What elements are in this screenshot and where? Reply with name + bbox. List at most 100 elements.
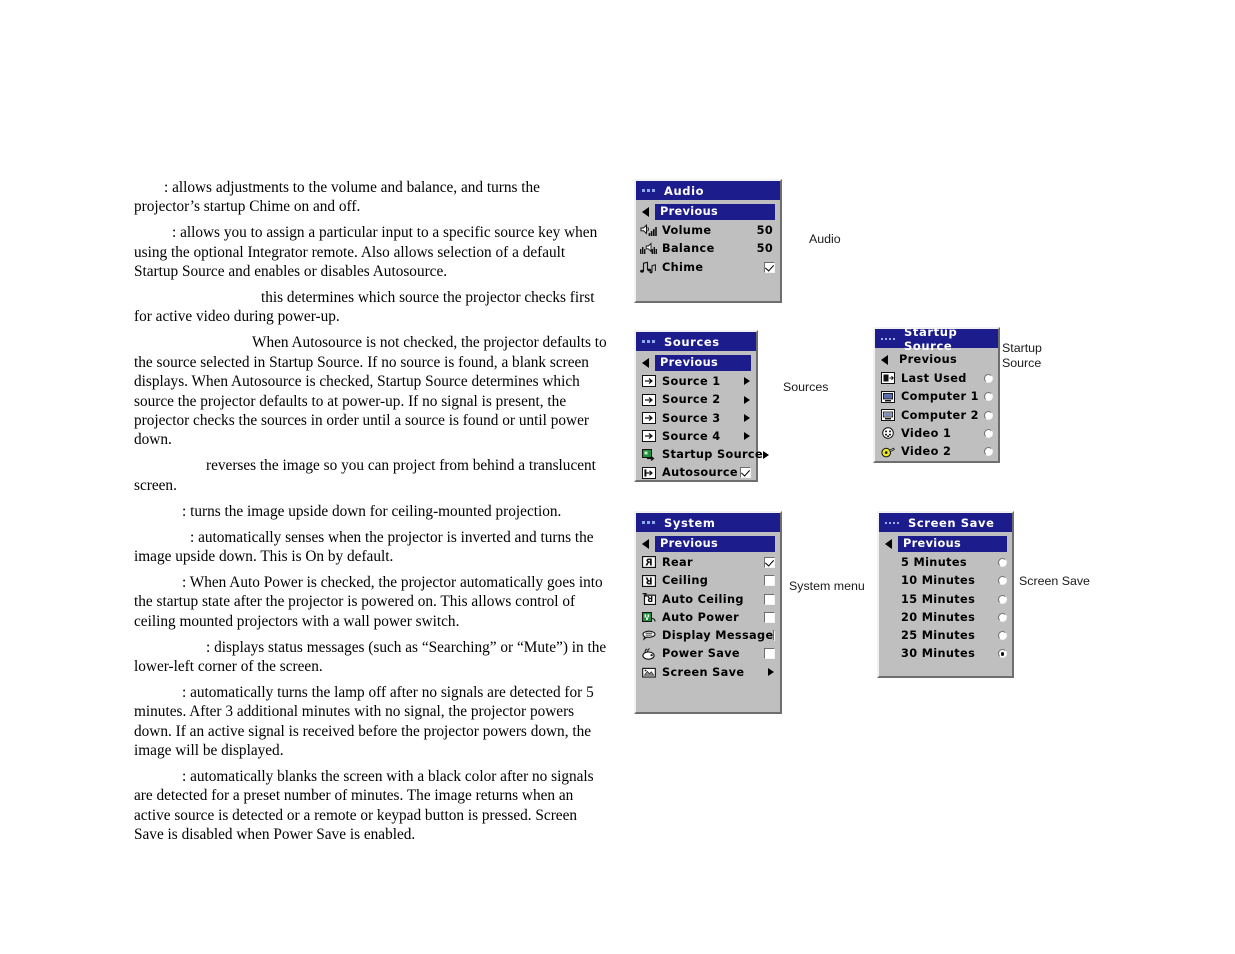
system-auto-power-checkbox[interactable] [764, 611, 775, 623]
sources-source4-row[interactable]: Source 4 [636, 427, 756, 445]
system-power-save-row[interactable]: Power Save [636, 645, 780, 663]
audio-chime-row[interactable]: Chime [636, 258, 780, 276]
system-screen-save-row[interactable]: Screen Save [636, 663, 780, 681]
menu-level-dots-icon [885, 521, 899, 524]
paragraph-text: When Autosource is not checked, the proj… [134, 334, 611, 449]
system-previous-row[interactable]: Previous [636, 535, 780, 553]
last-used-icon [879, 372, 896, 385]
system-auto-ceiling-row[interactable]: R Auto Ceiling [636, 590, 780, 608]
source-input-icon [640, 412, 657, 425]
term-placeholder [134, 301, 261, 302]
audio-chime-label: Chime [662, 260, 704, 274]
system-ceiling-row[interactable]: R Ceiling [636, 572, 780, 590]
svg-text:R: R [644, 558, 652, 568]
startup-source-icon [640, 448, 657, 461]
system-ceiling-checkbox[interactable] [764, 575, 775, 587]
screen-save-25min-row[interactable]: 25 Minutes [879, 626, 1012, 644]
system-rear-checkbox[interactable] [764, 556, 775, 568]
system-menu-title: System [664, 515, 716, 530]
sources-source4-label: Source 4 [662, 429, 721, 443]
sources-source1-row[interactable]: Source 1 [636, 372, 756, 390]
volume-icon [640, 223, 657, 237]
menu-level-dots-icon [642, 340, 655, 343]
screen-save-15min-label: 15 Minutes [901, 592, 976, 606]
audio-chime-checkbox[interactable] [764, 261, 775, 273]
paragraph: : automatically blanks the screen with a… [134, 767, 608, 845]
paragraph-text: : automatically turns the lamp off after… [134, 683, 598, 760]
sources-source3-row[interactable]: Source 3 [636, 409, 756, 427]
startup-source-video1-radio[interactable] [984, 428, 993, 438]
term-placeholder [134, 515, 182, 516]
sources-source3-label: Source 3 [662, 411, 721, 425]
audio-volume-row[interactable]: Volume 50 [636, 221, 780, 239]
startup-source-last-used-row[interactable]: Last Used [875, 369, 998, 387]
sources-startup-source-row[interactable]: Startup Source [636, 445, 769, 463]
audio-volume-label: Volume [662, 223, 712, 237]
screen-save-menu-titlebar: Screen Save [879, 513, 1012, 532]
sources-autosource-checkbox[interactable] [740, 467, 751, 479]
paragraph: When Autosource is not checked, the proj… [134, 333, 608, 449]
screen-save-25min-radio[interactable] [998, 631, 1007, 641]
svg-text:R: R [644, 575, 652, 585]
screen-save-25min-label: 25 Minutes [901, 629, 976, 643]
system-power-save-label: Power Save [662, 647, 740, 661]
sources-source2-label: Source 2 [662, 393, 721, 407]
screen-save-menu-panel: Screen Save Previous 5 Minutes 10 Minute… [877, 511, 1014, 678]
sources-previous-row[interactable]: Previous [636, 354, 756, 372]
startup-source-video1-row[interactable]: Video 1 [875, 424, 998, 442]
screen-save-previous-row[interactable]: Previous [879, 535, 1012, 553]
startup-source-computer2-radio[interactable] [984, 410, 993, 420]
auto-ceiling-icon: R [640, 593, 657, 606]
paragraph-text: : allows adjustments to the volume and b… [134, 179, 544, 216]
autosource-icon [640, 466, 657, 479]
sources-menu-titlebar: Sources [636, 332, 756, 351]
submenu-arrow-icon [762, 450, 769, 459]
system-rear-row[interactable]: R Rear [636, 553, 780, 571]
system-display-message-checkbox[interactable] [773, 630, 776, 642]
screen-save-10min-radio[interactable] [998, 576, 1007, 586]
screen-save-10min-label: 10 Minutes [901, 574, 976, 588]
screen-save-20min-radio[interactable] [998, 612, 1007, 622]
startup-source-video2-radio[interactable] [984, 447, 993, 457]
audio-menu-rows: Previous Volume 50 Balance 50 Chime [636, 200, 780, 280]
paragraph: reverses the image so you can project fr… [134, 456, 608, 495]
ceiling-projection-icon: R [640, 574, 657, 587]
startup-source-computer1-row[interactable]: Computer 1 [875, 388, 998, 406]
system-power-save-checkbox[interactable] [764, 648, 775, 660]
submenu-arrow-icon [768, 668, 774, 677]
source-input-icon [640, 430, 657, 443]
computer-icon [879, 390, 896, 403]
startup-source-previous-row[interactable]: Previous [875, 351, 998, 369]
startup-source-computer1-radio[interactable] [984, 392, 993, 402]
startup-source-video2-row[interactable]: Video 2 [875, 442, 998, 460]
screen-save-5min-radio[interactable] [998, 557, 1007, 567]
screen-save-15min-radio[interactable] [998, 594, 1007, 604]
system-auto-power-label: Auto Power [662, 610, 740, 624]
system-auto-power-row[interactable]: Auto Power [636, 608, 780, 626]
screen-save-5min-row[interactable]: 5 Minutes [879, 553, 1012, 571]
startup-source-computer2-row[interactable]: Computer 2 [875, 406, 998, 424]
screen-save-20min-label: 20 Minutes [901, 610, 976, 624]
screen-save-15min-row[interactable]: 15 Minutes [879, 590, 1012, 608]
screen-save-20min-row[interactable]: 20 Minutes [879, 608, 1012, 626]
audio-menu-panel: Audio Previous Volume 50 Balance 50 Chim… [634, 179, 782, 303]
startup-source-last-used-radio[interactable] [984, 373, 993, 383]
paragraph-text: : When Auto Power is checked, the projec… [134, 573, 607, 630]
screen-save-30min-row[interactable]: 30 Minutes [879, 645, 1012, 663]
sources-source1-label: Source 1 [662, 374, 721, 388]
term-placeholder [134, 586, 182, 587]
system-display-message-row[interactable]: Display Message [636, 626, 780, 644]
startup-source-callout-label: Startup Source [1002, 341, 1042, 370]
paragraph: : allows adjustments to the volume and b… [134, 178, 608, 217]
back-arrow-icon [877, 355, 892, 366]
sources-source2-row[interactable]: Source 2 [636, 391, 756, 409]
audio-balance-row[interactable]: Balance 50 [636, 240, 780, 258]
term-placeholder [134, 541, 190, 542]
screen-save-10min-row[interactable]: 10 Minutes [879, 572, 1012, 590]
paragraph-text: : displays status messages (such as “Sea… [134, 638, 610, 675]
system-auto-ceiling-checkbox[interactable] [764, 593, 775, 605]
sources-autosource-row[interactable]: Autosource [636, 464, 756, 482]
screen-save-30min-radio[interactable] [998, 649, 1007, 659]
auto-power-icon [640, 611, 657, 624]
audio-previous-row[interactable]: Previous [636, 203, 780, 221]
